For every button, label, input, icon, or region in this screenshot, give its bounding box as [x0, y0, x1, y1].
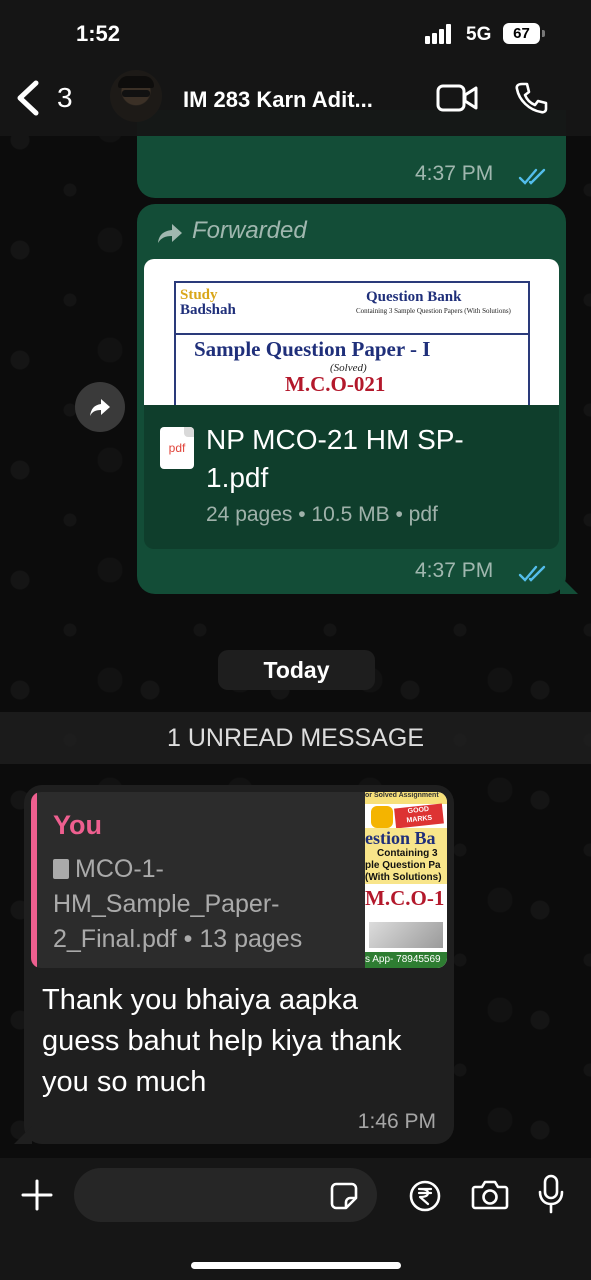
- signal-icon: [425, 24, 457, 44]
- read-ticks-icon: [518, 565, 546, 582]
- thumb-top-strip: or Solved Assignment: [365, 792, 447, 804]
- unread-chats-count[interactable]: 3: [57, 82, 73, 114]
- incoming-message-bubble[interactable]: You MCO-1-HM_Sample_Paper-2_Final.pdf • …: [24, 785, 454, 1144]
- back-chevron-icon[interactable]: [14, 80, 44, 116]
- thumb-line: (With Solutions): [365, 872, 442, 883]
- message-time: 4:37 PM: [415, 559, 494, 582]
- thumb-code: M.C.O-1: [365, 886, 445, 910]
- preview-heading: Question Bank: [366, 289, 462, 305]
- document-file-name: NP MCO-21 HM SP-1.pdf: [206, 424, 464, 493]
- document-info[interactable]: pdf NP MCO-21 HM SP-1.pdf 24 pages • 10.…: [144, 405, 559, 549]
- chat-nav: 3 IM 283 Karn Adit...: [0, 66, 591, 132]
- quote-file-info: MCO-1-HM_Sample_Paper-2_Final.pdf • 13 p…: [53, 852, 353, 957]
- phone-icon[interactable]: [514, 81, 548, 115]
- avatar[interactable]: [110, 70, 162, 122]
- chat-header: 1:52 5G 67 3 IM 283 Karn Adit...: [0, 0, 591, 136]
- preview-brand-bottom: Badshah: [180, 302, 236, 318]
- share-button[interactable]: [75, 382, 125, 432]
- preview-divider: [174, 333, 530, 335]
- plus-icon[interactable]: [20, 1178, 54, 1212]
- document-preview[interactable]: Study Badshah Question Bank Containing 3…: [144, 259, 559, 405]
- message-composer: [0, 1158, 591, 1280]
- unread-messages-banner: 1 UNREAD MESSAGE: [0, 712, 591, 764]
- document-icon: [53, 859, 69, 879]
- quote-accent-bar: [31, 792, 37, 968]
- sticker-icon[interactable]: [330, 1182, 358, 1210]
- message-text: Thank you bhaiya aapka guess bahut help …: [42, 984, 402, 1098]
- message-time: 4:37 PM: [415, 162, 494, 185]
- document-card[interactable]: Study Badshah Question Bank Containing 3…: [144, 259, 559, 549]
- thumb-subtitle: [365, 910, 447, 920]
- preview-code: M.C.O-021: [285, 372, 386, 396]
- thumb-heading: estion Ba: [365, 828, 436, 848]
- status-time: 1:52: [76, 21, 121, 46]
- contact-name[interactable]: IM 283 Karn Adit...: [183, 87, 373, 113]
- rupee-icon[interactable]: [409, 1180, 441, 1212]
- camera-icon[interactable]: [471, 1180, 509, 1210]
- preview-title: Sample Question Paper - I: [194, 337, 431, 361]
- status-bar: 1:52 5G 67: [0, 0, 591, 66]
- home-indicator: [191, 1262, 401, 1269]
- document-meta: 24 pages • 10.5 MB • pdf: [206, 503, 438, 526]
- network-type: 5G: [466, 24, 492, 45]
- forwarded-document-message[interactable]: Forwarded Study Badshah Question Bank Co…: [137, 204, 566, 594]
- thumb-line: ple Question Pa: [365, 860, 441, 871]
- thumb-marks-badge: GOOD MARKS: [394, 803, 444, 829]
- quote-thumbnail: or Solved Assignment GOOD MARKS estion B…: [365, 792, 447, 968]
- forwarded-label: Forwarded: [192, 217, 307, 244]
- forward-arrow-icon: [158, 224, 182, 243]
- quoted-message[interactable]: You MCO-1-HM_Sample_Paper-2_Final.pdf • …: [31, 792, 447, 968]
- date-chip: Today: [218, 650, 375, 690]
- message-time: 1:46 PM: [357, 1110, 436, 1133]
- quote-author: You: [53, 810, 102, 840]
- thumbs-up-icon: [371, 806, 393, 828]
- preview-subheading: Containing 3 Sample Question Papers (Wit…: [356, 307, 511, 315]
- mic-icon[interactable]: [538, 1174, 564, 1214]
- pdf-icon: pdf: [160, 427, 194, 469]
- thumb-containing: Containing 3: [377, 848, 438, 859]
- battery-icon: 67: [503, 23, 545, 44]
- thumb-lines: ple Question Pa (With Solutions): [365, 860, 442, 884]
- video-call-icon[interactable]: [436, 83, 478, 113]
- quote-file-name: MCO-1-HM_Sample_Paper-2_Final.pdf • 13 p…: [53, 855, 303, 953]
- share-icon: [90, 399, 110, 416]
- read-ticks-icon: [518, 168, 546, 185]
- thumb-app-strip: s App- 78945569: [365, 952, 447, 968]
- thumb-photo: [369, 922, 443, 948]
